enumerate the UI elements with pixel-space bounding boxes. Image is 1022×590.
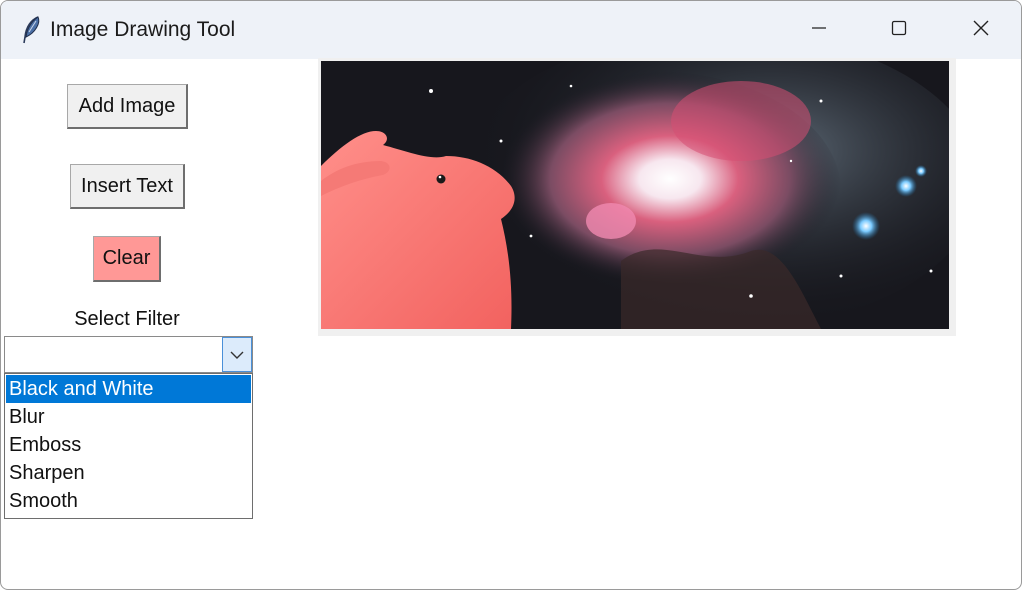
clear-button[interactable]: Clear bbox=[93, 236, 161, 282]
filter-dropdown-list: Black and White Blur Emboss Sharpen Smoo… bbox=[4, 373, 253, 519]
filter-combobox[interactable] bbox=[4, 336, 253, 373]
add-image-button[interactable]: Add Image bbox=[67, 84, 188, 129]
filter-option-blur[interactable]: Blur bbox=[6, 403, 251, 431]
close-icon bbox=[972, 19, 990, 42]
insert-text-button[interactable]: Insert Text bbox=[70, 164, 185, 209]
window-title: Image Drawing Tool bbox=[50, 18, 236, 41]
filter-option-black-and-white[interactable]: Black and White bbox=[6, 375, 251, 403]
filter-option-emboss[interactable]: Emboss bbox=[6, 431, 251, 459]
filter-option-smooth[interactable]: Smooth bbox=[6, 487, 251, 515]
minimize-icon bbox=[811, 20, 827, 41]
app-window: Image Drawing Tool Add Image Insert Text… bbox=[0, 0, 1022, 590]
feather-icon bbox=[19, 15, 43, 45]
title-bar[interactable]: Image Drawing Tool bbox=[1, 1, 1021, 59]
canvas-image bbox=[321, 61, 949, 329]
maximize-button[interactable] bbox=[859, 1, 939, 59]
drawing-canvas[interactable] bbox=[318, 58, 956, 336]
filter-option-sharpen[interactable]: Sharpen bbox=[6, 459, 251, 487]
select-filter-label: Select Filter bbox=[74, 308, 180, 330]
minimize-button[interactable] bbox=[779, 1, 859, 59]
maximize-icon bbox=[891, 20, 907, 41]
chevron-down-icon[interactable] bbox=[222, 337, 252, 372]
close-button[interactable] bbox=[941, 1, 1021, 59]
